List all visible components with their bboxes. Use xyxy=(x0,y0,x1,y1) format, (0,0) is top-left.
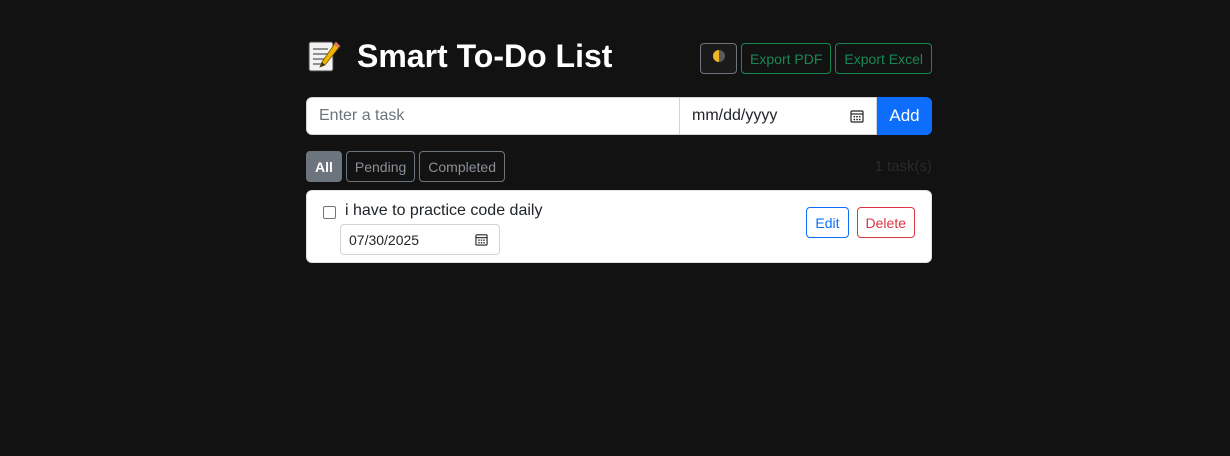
calendar-icon[interactable] xyxy=(475,233,489,247)
add-task-button[interactable]: Add xyxy=(877,97,932,135)
filter-all-button[interactable]: All xyxy=(306,151,342,182)
export-excel-button[interactable]: Export Excel xyxy=(835,43,932,74)
new-task-row: mm/dd/yyyy Add xyxy=(306,97,932,135)
header-buttons: Export PDF Export Excel xyxy=(700,43,932,74)
page-title: Smart To-Do List xyxy=(357,38,613,74)
half-moon-icon xyxy=(712,49,726,68)
calendar-icon[interactable] xyxy=(850,109,864,123)
task-input[interactable] xyxy=(306,97,679,135)
header: Smart To-Do List Export PDF Export Excel xyxy=(306,36,932,76)
title-wrap: Smart To-Do List xyxy=(306,36,612,76)
export-pdf-button[interactable]: Export PDF xyxy=(741,43,832,74)
filter-completed-button[interactable]: Completed xyxy=(419,151,505,182)
filter-row: All Pending Completed 1 task(s) xyxy=(306,151,932,182)
task-complete-checkbox[interactable] xyxy=(323,206,336,219)
task-text: i have to practice code daily xyxy=(345,202,543,219)
task-actions: Edit Delete xyxy=(806,207,915,238)
theme-toggle-button[interactable] xyxy=(700,43,738,74)
task-due-date-value: 07/30/2025 xyxy=(349,231,420,248)
memo-pencil-icon xyxy=(306,38,342,74)
delete-task-button[interactable]: Delete xyxy=(856,207,915,238)
due-date-input[interactable]: mm/dd/yyyy xyxy=(679,97,877,135)
filter-group: All Pending Completed xyxy=(306,151,932,182)
task-count: 1 task(s) xyxy=(874,158,932,175)
edit-task-button[interactable]: Edit xyxy=(806,207,849,238)
task-due-date-input[interactable]: 07/30/2025 xyxy=(340,224,500,255)
task-item: i have to practice code daily 07/30/2025… xyxy=(306,190,932,263)
date-placeholder: mm/dd/yyyy xyxy=(692,107,778,124)
filter-pending-button[interactable]: Pending xyxy=(345,151,416,182)
